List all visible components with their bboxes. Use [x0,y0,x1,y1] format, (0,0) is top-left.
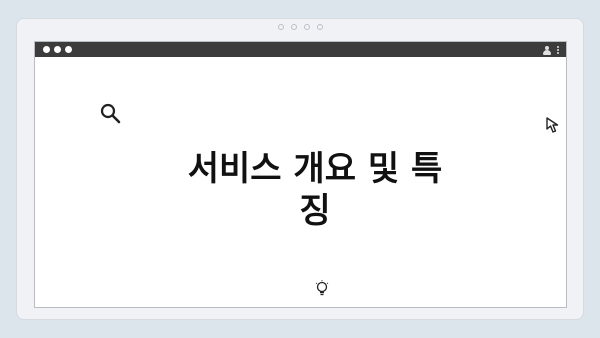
frame-dot [277,24,284,30]
frame-dot [303,24,310,30]
maximize-dot[interactable] [65,46,72,53]
search-icon [100,103,121,124]
window-controls [43,46,72,53]
frame-dot [290,24,297,30]
close-dot[interactable] [43,46,50,53]
screenshot-frame: 서비스 개요 및 특징 [16,18,584,320]
cursor-icon [546,117,559,133]
kebab-menu-icon[interactable] [556,45,560,54]
titlebar-actions [542,44,560,55]
user-icon[interactable] [542,45,552,55]
minimize-dot[interactable] [54,46,61,53]
frame-dots [17,24,583,30]
window-titlebar [35,42,566,57]
browser-window: 서비스 개요 및 특징 [34,41,567,308]
frame-dot [316,24,323,30]
page-title: 서비스 개요 및 특징 [187,149,443,231]
lightbulb-icon [315,280,329,296]
